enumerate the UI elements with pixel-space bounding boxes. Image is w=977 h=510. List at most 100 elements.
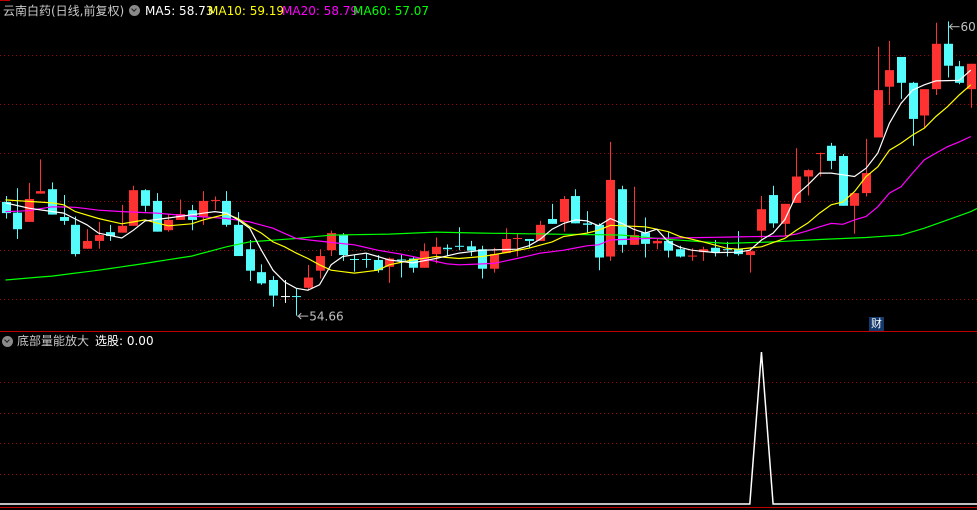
stock-chart[interactable]: 60.69 54.66 (0, 0, 977, 510)
candle (257, 264, 266, 285)
candle-body (897, 56, 906, 83)
candle (932, 22, 941, 96)
candle (606, 141, 615, 261)
ma-line-ma10 (5, 84, 972, 274)
candle-body (304, 277, 313, 288)
ma-line-ma60 (5, 208, 977, 281)
candle (397, 254, 406, 278)
candle (211, 196, 220, 211)
candle (25, 182, 34, 222)
candle (246, 239, 255, 281)
candle (350, 255, 359, 272)
candle-body (746, 251, 755, 256)
candle-body (560, 198, 569, 222)
candle-body (676, 249, 685, 257)
candle (141, 189, 150, 212)
candle (129, 185, 138, 226)
candle-body (478, 249, 487, 269)
candle-body (432, 246, 441, 255)
candle-body (490, 254, 499, 269)
candlesticks (2, 21, 976, 316)
candle (781, 203, 790, 237)
candle (71, 216, 80, 257)
candle-body (83, 240, 92, 249)
candle (118, 204, 127, 233)
indicator-grid (0, 382, 977, 475)
candle (455, 227, 464, 251)
ma20-value: MA20: 58.79 (282, 4, 359, 18)
candle-body (339, 235, 348, 256)
ma-line-ma20 (5, 135, 972, 266)
finance-badge[interactable]: 财 (869, 317, 884, 331)
candle (292, 288, 301, 316)
candle-body (443, 247, 452, 250)
candle (153, 193, 162, 232)
candle (769, 185, 778, 228)
candle (664, 231, 673, 258)
candle (385, 257, 394, 283)
candle-body (792, 176, 801, 203)
candle-body (769, 195, 778, 224)
candle-body (513, 238, 522, 239)
candle-body (350, 258, 359, 260)
ma5-value: MA5: 58.73 (145, 4, 214, 18)
candle (490, 247, 499, 273)
candle (757, 196, 766, 239)
candle (13, 188, 22, 239)
candle (967, 63, 976, 108)
chevron-down-icon[interactable] (129, 5, 140, 16)
candle-body (36, 191, 45, 194)
candle (897, 56, 906, 99)
candle-body (362, 258, 371, 260)
stock-title: 云南白药(日线,前复权) (3, 4, 125, 18)
candle (188, 204, 197, 231)
indicator-value: 选股: 0.00 (95, 334, 154, 348)
candle (304, 264, 313, 291)
candle (699, 246, 708, 261)
candle-body (781, 203, 790, 224)
candle (548, 203, 557, 224)
candle-body (129, 190, 138, 226)
candle-body (723, 249, 732, 251)
candle (467, 240, 476, 257)
candle-body (757, 209, 766, 231)
candle-body (816, 153, 825, 155)
candle-body (60, 217, 69, 221)
candle (653, 238, 662, 250)
extreme-labels: 60.69 54.66 (297, 20, 977, 324)
candle-body (13, 212, 22, 230)
candle-body (967, 63, 976, 90)
candle (164, 214, 173, 232)
candle (106, 224, 115, 241)
candle (723, 241, 732, 257)
candle-body (653, 240, 662, 244)
candle (618, 185, 627, 253)
candle-body (269, 279, 278, 296)
candle (269, 276, 278, 307)
candle-body (804, 170, 813, 177)
candle (571, 189, 580, 224)
chevron-down-icon[interactable] (2, 336, 13, 347)
candle (222, 191, 231, 227)
candle (560, 196, 569, 232)
candle-body (257, 272, 266, 284)
candle-body (118, 225, 127, 233)
ma-line-ma5 (5, 69, 972, 291)
candle-body (618, 189, 627, 245)
candle (746, 249, 755, 273)
candle-body (141, 190, 150, 206)
candle-body (95, 235, 104, 241)
candle-body (827, 145, 836, 161)
candle (536, 220, 545, 241)
ma60-value: MA60: 57.07 (353, 4, 430, 18)
candle-body (71, 224, 80, 255)
candle (885, 40, 894, 105)
candle-body (467, 246, 476, 251)
indicator-name: 底部量能放大 (17, 334, 90, 348)
candle-body (397, 259, 406, 261)
candle (874, 46, 883, 138)
candle-body (455, 245, 464, 247)
max-price-label: 60.69 (961, 20, 977, 34)
candle (420, 243, 429, 268)
candle-body (548, 218, 557, 224)
